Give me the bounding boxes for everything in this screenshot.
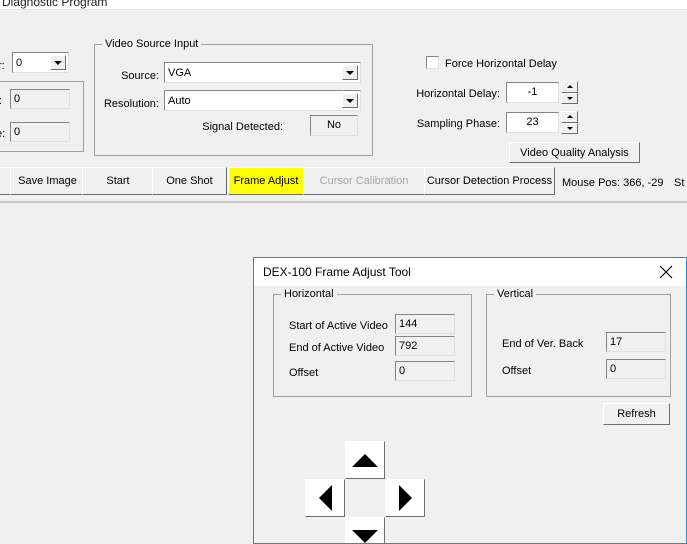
- left-combo-value: 0: [16, 56, 23, 69]
- left-combo[interactable]: 0: [12, 52, 69, 73]
- signal-detected-value: No: [310, 115, 358, 136]
- left-field2-label: e:: [0, 128, 6, 140]
- dpad-center: [345, 479, 385, 517]
- arrow-up-icon[interactable]: [345, 441, 385, 479]
- left-field1-value[interactable]: 0: [10, 89, 70, 109]
- chevron-down-icon[interactable]: [342, 65, 358, 80]
- arrow-right-icon[interactable]: [385, 479, 425, 517]
- start-of-active-video-label: Start of Active Video: [289, 320, 388, 332]
- left-field2-value[interactable]: 0: [10, 122, 70, 142]
- resolution-label: Resolution:: [103, 98, 159, 110]
- end-of-ver-back-input[interactable]: 17: [606, 332, 666, 352]
- vertical-offset-input[interactable]: 0: [606, 359, 666, 379]
- end-of-active-video-label: End of Active Video: [289, 342, 385, 354]
- app-title: Diagnostic Program: [2, 0, 108, 9]
- app-titlebar: Diagnostic Program: [0, 0, 687, 9]
- video-source-input-title: Video Source Input: [102, 38, 202, 50]
- horizontal-offset-input[interactable]: 0: [395, 361, 455, 381]
- mouse-position-status: Mouse Pos: 366, -29: [562, 177, 664, 189]
- horizontal-delay-input[interactable]: -1: [506, 82, 559, 103]
- refresh-button[interactable]: Refresh: [603, 403, 670, 425]
- stepper-down-icon[interactable]: [561, 92, 578, 104]
- end-of-active-video-input[interactable]: 792: [395, 336, 455, 356]
- resolution-combo-value: Auto: [168, 94, 191, 107]
- stepper-down-icon[interactable]: [561, 122, 578, 134]
- dialog-title: DEX-100 Frame Adjust Tool: [263, 265, 411, 279]
- horizontal-delay-label: Horizontal Delay:: [416, 88, 500, 100]
- force-horizontal-delay-checkbox[interactable]: [426, 56, 439, 69]
- stepper-up-icon[interactable]: [561, 81, 578, 93]
- chevron-down-icon[interactable]: [342, 93, 358, 108]
- dialog-body: Horizontal Start of Active Video 144 End…: [254, 286, 686, 543]
- left-combo-label: r:: [0, 60, 5, 72]
- stepper-up-icon[interactable]: [561, 111, 578, 123]
- main-control-panel: r: 0 : 0 e: 0 Video Source Input Source:…: [0, 9, 687, 206]
- arrow-left-icon[interactable]: [305, 479, 345, 517]
- vertical-offset-label: Offset: [502, 365, 532, 377]
- resolution-combo[interactable]: Auto: [164, 90, 361, 111]
- horizontal-delay-stepper[interactable]: [561, 81, 578, 104]
- end-of-ver-back-label: End of Ver. Back: [502, 338, 584, 350]
- signal-detected-label: Signal Detected:: [202, 121, 283, 133]
- frame-adjust-tool-dialog: DEX-100 Frame Adjust Tool Horizontal Sta…: [253, 257, 687, 544]
- source-combo[interactable]: VGA: [164, 62, 361, 83]
- horizontal-offset-label: Offset: [289, 367, 319, 379]
- sampling-phase-label: Sampling Phase:: [416, 118, 500, 130]
- source-label: Source:: [121, 70, 159, 82]
- sampling-phase-stepper[interactable]: [561, 111, 578, 134]
- cursor-detection-process-button[interactable]: Cursor Detection Process: [424, 167, 555, 195]
- source-combo-value: VGA: [168, 66, 192, 79]
- dialog-titlebar[interactable]: DEX-100 Frame Adjust Tool: [254, 258, 686, 286]
- video-quality-analysis-button[interactable]: Video Quality Analysis: [509, 142, 640, 163]
- force-horizontal-delay-label[interactable]: Force Horizontal Delay: [445, 58, 557, 71]
- start-of-active-video-input[interactable]: 144: [395, 314, 455, 334]
- chevron-down-icon[interactable]: [50, 55, 66, 70]
- one-shot-button[interactable]: One Shot: [152, 167, 227, 195]
- horizontal-groupbox-title: Horizontal: [281, 288, 337, 300]
- cursor-calibration-button: Cursor Calibration: [303, 167, 425, 195]
- arrow-down-icon[interactable]: [345, 517, 385, 543]
- start-button[interactable]: Start: [82, 167, 154, 195]
- save-image-button[interactable]: Save Image: [10, 167, 85, 195]
- status-truncated: St: [674, 177, 685, 189]
- sampling-phase-input[interactable]: 23: [506, 112, 559, 133]
- frame-adjust-button[interactable]: Frame Adjust: [228, 167, 304, 195]
- close-icon[interactable]: [646, 258, 686, 286]
- vertical-groupbox-title: Vertical: [494, 288, 537, 300]
- left-field1-label: :: [0, 95, 2, 108]
